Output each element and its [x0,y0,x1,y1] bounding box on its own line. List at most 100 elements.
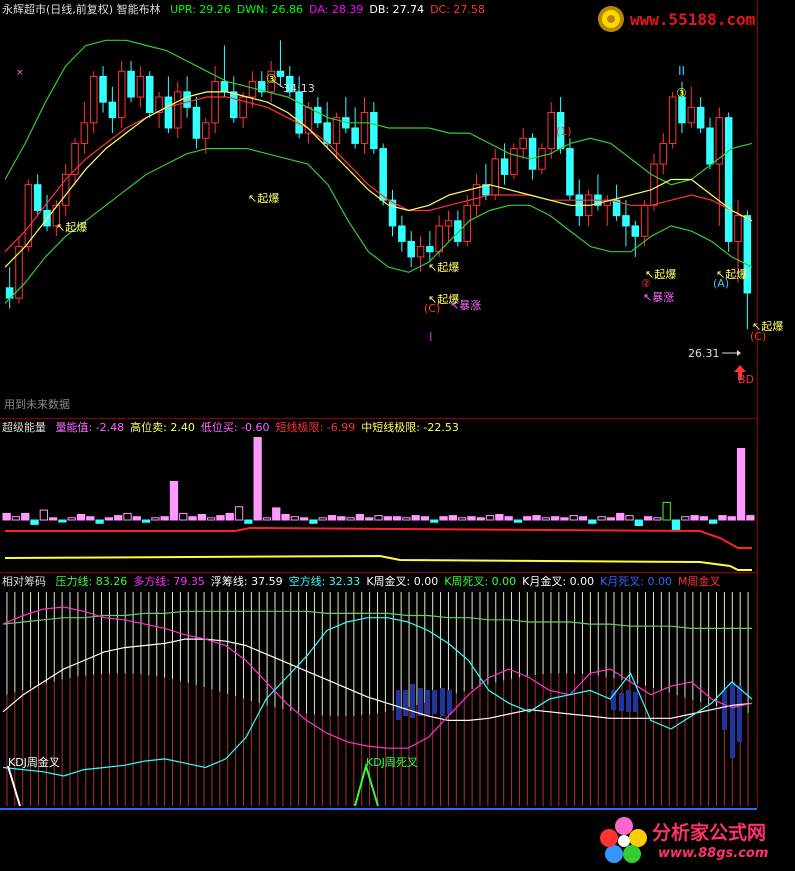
candle-body[interactable] [566,148,574,196]
candle-body[interactable] [201,122,210,139]
energy-bar [355,514,365,521]
energy-bar [541,517,550,521]
candle-body[interactable] [650,163,658,206]
candle-body[interactable] [230,91,238,119]
energy-bar [21,512,30,521]
energy-bar [671,519,681,531]
candle-body[interactable] [631,225,640,237]
candle-body[interactable] [687,106,696,124]
energy-bar [439,516,448,521]
chip-bear-block [410,684,415,718]
candle-body[interactable] [668,96,677,144]
candle-body[interactable] [678,96,686,124]
candle-body[interactable] [426,246,434,253]
price-low-arrowhead [737,350,741,356]
candle-body[interactable] [332,117,341,144]
kdj-dead-spike [354,762,379,807]
energy-bar [616,512,625,521]
candle-body[interactable] [444,220,453,227]
candle-body[interactable] [314,106,322,124]
energy-bar [709,519,718,524]
candle-body[interactable] [276,70,285,77]
candle-body[interactable] [248,81,257,98]
chip-bear-block [619,693,624,711]
energy-bar [383,516,392,521]
energy-bar [392,516,402,521]
candle-body[interactable] [192,106,201,139]
bd-label: BD [738,373,755,386]
candle-body[interactable] [491,158,499,196]
watermark-bottom-url: www.88gs.com [658,846,769,861]
candle-body[interactable] [360,112,369,144]
candle-body[interactable] [108,101,117,119]
energy-bar [123,512,132,521]
energy-bar [11,516,21,521]
candle-body[interactable] [117,70,126,119]
energy-bar [653,517,662,521]
energy-bar [606,517,616,521]
candle-body[interactable] [538,148,546,170]
candle-body[interactable] [528,137,537,170]
bollinger-upper-line [4,39,753,186]
candle-body[interactable] [80,122,89,144]
candle-body[interactable] [696,106,705,129]
energy-bar [699,516,709,521]
energy-bar [234,506,244,521]
candle-body[interactable] [173,91,182,129]
candle-body[interactable] [24,184,33,248]
energy-bar [207,517,216,521]
candle-body[interactable] [659,142,668,165]
candle-body[interactable] [706,127,714,165]
candle-body[interactable] [407,240,415,258]
candle-body[interactable] [734,215,742,242]
energy-bar [151,517,160,521]
kdj-dead-cross-label: KDJ周死叉 [366,756,418,769]
wave-II-label: II [678,64,686,78]
candle-body[interactable] [211,81,219,124]
candle-body[interactable] [510,148,518,175]
energy-bar [625,515,634,521]
candle-body[interactable] [295,91,303,134]
watermark-bottom: 分析家公式网 www.88gs.com [596,812,792,868]
candle-body[interactable] [435,225,443,253]
candle-body[interactable] [89,75,98,124]
energy-bar [746,515,755,521]
candle-body[interactable] [220,81,229,93]
candle-body[interactable] [351,127,359,144]
energy-bar [662,501,671,521]
candle-body[interactable] [15,246,23,299]
candle-body[interactable] [145,75,154,113]
energy-bar [634,519,643,526]
qibao-signal-5: ↖起爆 [645,268,677,281]
candle-body[interactable] [33,184,42,211]
candle-body[interactable] [164,96,173,129]
stock-chart[interactable]: × [0,0,795,871]
candle-body[interactable] [640,204,649,237]
candle-body[interactable] [127,70,135,98]
candle-body[interactable] [500,158,509,175]
energy-bar [327,515,337,521]
short-limit-line [5,526,752,549]
candle-body[interactable] [454,220,462,242]
candle-body[interactable] [398,225,406,242]
candle-body[interactable] [183,91,191,108]
candle-body[interactable] [519,137,527,150]
energy-bar [513,519,523,523]
candle-body[interactable] [379,148,387,201]
energy-bar [104,517,114,521]
candle-body[interactable] [622,215,630,227]
candle-body[interactable] [547,112,556,150]
future-data-note: 用到未来数据 [4,398,70,411]
qibao-signal-3: ↖起爆 [428,261,460,274]
candle-body[interactable] [136,75,145,98]
candle-body[interactable] [370,112,378,150]
candle-body[interactable] [724,117,733,242]
energy-bar [318,517,327,521]
wave-1-label: (1) [556,125,572,138]
bollinger-lower-line [4,148,753,304]
candle-body[interactable] [99,75,107,103]
energy-bar [588,519,597,524]
bollinger-mid-yellow-line [4,91,753,268]
candle-body[interactable] [416,246,425,258]
energy-bar [309,519,318,524]
